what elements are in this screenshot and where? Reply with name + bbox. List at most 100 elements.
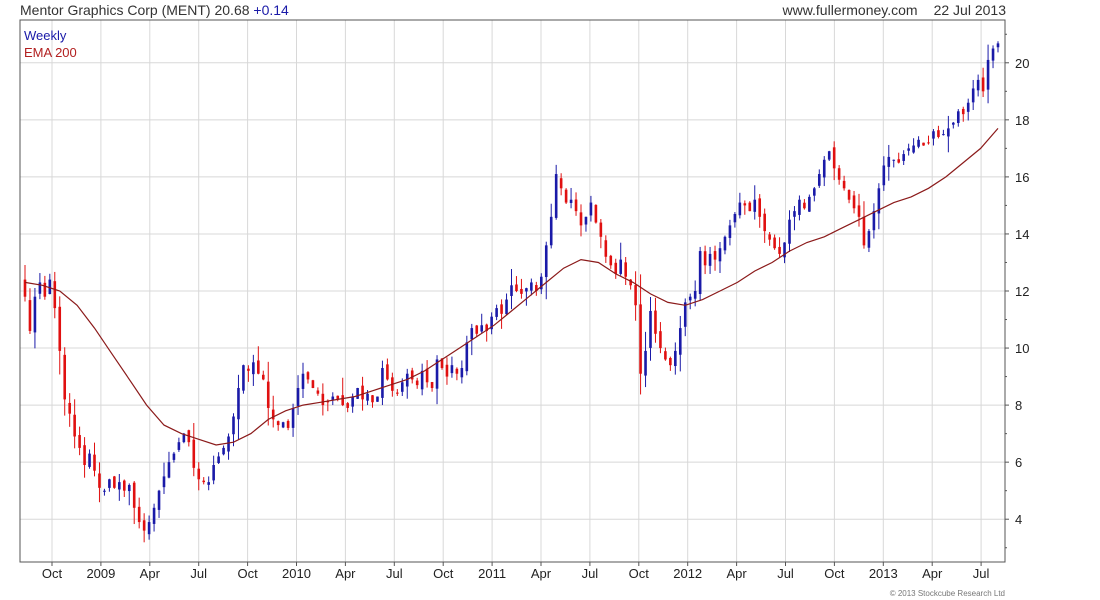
candle-body (98, 473, 101, 488)
candle-body (58, 306, 62, 351)
date-tick-label: 2012 (673, 566, 702, 581)
candle-body (68, 402, 71, 414)
candle-body (743, 203, 747, 206)
candle-body (559, 178, 563, 189)
candle-body (554, 174, 558, 218)
candle-body (331, 396, 335, 400)
candle-body (688, 296, 692, 301)
candle-body (927, 142, 930, 144)
price-tick-label: 8 (1015, 398, 1022, 413)
candle-body (748, 202, 752, 212)
candle-body (932, 131, 935, 139)
candle-body (396, 392, 399, 394)
candle-body (425, 368, 429, 383)
candle-body (296, 387, 300, 407)
candle-body (301, 373, 305, 389)
price-tick-label: 14 (1015, 227, 1029, 242)
candle-body (683, 302, 687, 327)
candle-body (63, 354, 67, 400)
candle-body (579, 212, 583, 226)
candle-body (594, 204, 598, 223)
candle-body (564, 189, 568, 203)
candle-body (693, 291, 697, 299)
candle-body (306, 372, 310, 380)
candle-body (242, 365, 245, 391)
candle-body (808, 196, 811, 212)
candle-body (28, 300, 32, 331)
candle-body (113, 476, 116, 488)
candle-body (862, 216, 866, 246)
candle-body (678, 328, 682, 355)
candle-body (738, 202, 742, 216)
candle-body (549, 216, 553, 246)
candle-body (137, 506, 141, 523)
date-tick-label: Jul (190, 566, 207, 581)
price-tick-label: 12 (1015, 284, 1029, 299)
candle-body (837, 168, 841, 180)
candle-body (654, 310, 657, 334)
date-tick-label: Apr (140, 566, 161, 581)
candle-body (847, 189, 851, 200)
candle-body (966, 102, 970, 112)
candle-body (400, 382, 404, 392)
candle-body (832, 147, 836, 169)
candle-body (728, 225, 732, 238)
date-tick-label: Jul (386, 566, 403, 581)
candle-body (788, 219, 791, 244)
candle-body (917, 139, 920, 147)
copyright-notice: © 2013 Stockcube Research Ltd (889, 589, 1005, 598)
legend-ema-200: EMA 200 (24, 45, 77, 60)
candle-body (525, 288, 528, 292)
candle-body (480, 325, 484, 332)
candle-body (261, 374, 265, 380)
candle-body (867, 231, 871, 248)
date-tick-label: Oct (42, 566, 63, 581)
candle-body (976, 79, 980, 91)
candle-body (634, 285, 637, 306)
candle-body (753, 199, 757, 212)
candles (23, 41, 1000, 543)
candle-body (604, 240, 608, 257)
candle-body (500, 304, 503, 314)
date-tick-label: Apr (922, 566, 943, 581)
candle-body (386, 364, 389, 380)
date-tick-label: Apr (335, 566, 356, 581)
candle-body (882, 165, 886, 186)
candle-body (544, 245, 548, 278)
candle-body (733, 213, 737, 223)
candle-body (33, 296, 37, 333)
candle-body (813, 188, 816, 196)
price-tick-label: 4 (1015, 512, 1022, 527)
candle-body (321, 393, 325, 406)
candle-body (674, 350, 677, 367)
date-tick-label: Apr (531, 566, 552, 581)
candle-body (247, 368, 250, 371)
candle-body (852, 195, 856, 209)
price-tick-label: 16 (1015, 170, 1029, 185)
candle-body (455, 368, 459, 374)
candle-body (659, 331, 662, 349)
candle-body (157, 490, 161, 510)
candle-body (664, 351, 667, 360)
candle-body (991, 48, 995, 61)
candle-body (644, 350, 647, 376)
candle-body (872, 211, 876, 231)
candle-body (937, 130, 940, 137)
candle-body (897, 159, 901, 163)
candle-body (515, 284, 518, 291)
candle-body (366, 393, 369, 401)
candle-body (817, 174, 821, 186)
date-tick-label: 2010 (282, 566, 311, 581)
candle-body (118, 482, 121, 490)
candle-body (574, 199, 578, 212)
candle-body (108, 479, 111, 488)
candle-body (981, 77, 985, 92)
candle-body (773, 237, 776, 249)
candle-body (415, 380, 419, 386)
candle-body (142, 520, 146, 531)
candle-body (669, 357, 672, 366)
candle-body (465, 342, 469, 372)
candle-body (956, 111, 960, 123)
candle-body (222, 447, 225, 455)
date-tick-label: Apr (726, 566, 747, 581)
